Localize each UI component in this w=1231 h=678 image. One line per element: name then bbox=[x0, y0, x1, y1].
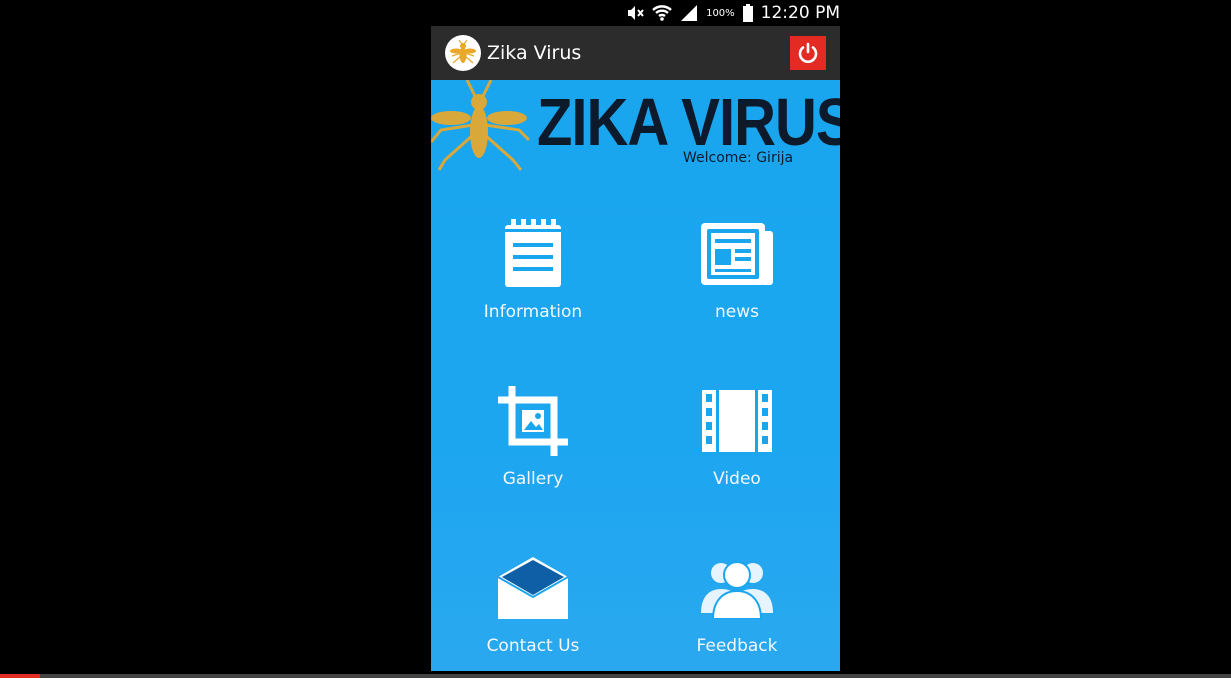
newspaper-icon bbox=[635, 218, 839, 290]
envelope-icon bbox=[431, 552, 635, 624]
video-progress-track[interactable] bbox=[0, 674, 1231, 678]
menu-tile-contact-us[interactable]: Contact Us bbox=[431, 552, 635, 656]
menu-tile-gallery[interactable]: Gallery bbox=[431, 385, 635, 489]
people-icon bbox=[635, 552, 839, 624]
menu-label: Feedback bbox=[696, 636, 778, 656]
phone-screen: Zika Virus ZIKA VIRUS Welcome: Girija In… bbox=[431, 26, 840, 671]
menu-tile-news[interactable]: news bbox=[635, 218, 839, 322]
power-button[interactable] bbox=[790, 36, 826, 70]
menu-label: Video bbox=[713, 469, 761, 489]
mute-icon bbox=[626, 5, 644, 21]
banner: ZIKA VIRUS Welcome: Girija bbox=[431, 80, 840, 180]
menu-tile-information[interactable]: Information bbox=[431, 218, 635, 322]
clock: 12:20 PM bbox=[760, 3, 840, 23]
app-title: Zika Virus bbox=[487, 42, 582, 64]
menu-tile-video[interactable]: Video bbox=[635, 385, 839, 489]
mosquito-banner-icon bbox=[431, 80, 531, 171]
welcome-text: Welcome: Girija bbox=[683, 150, 794, 166]
battery-icon bbox=[742, 4, 753, 22]
home-content: ZIKA VIRUS Welcome: Girija Information n… bbox=[431, 80, 840, 671]
action-bar: Zika Virus bbox=[431, 26, 840, 80]
crop-image-icon bbox=[431, 385, 635, 457]
power-icon bbox=[798, 42, 818, 63]
menu-tile-feedback[interactable]: Feedback bbox=[635, 552, 839, 656]
wifi-icon bbox=[652, 4, 672, 22]
film-strip-icon bbox=[635, 385, 839, 457]
menu-label: Gallery bbox=[502, 469, 564, 489]
signal-icon bbox=[680, 5, 698, 21]
video-progress-fill bbox=[0, 674, 40, 678]
menu-label: Contact Us bbox=[486, 636, 580, 656]
menu-label: news bbox=[715, 302, 759, 322]
status-bar: 100% 12:20 PM bbox=[612, 0, 840, 26]
notepad-icon bbox=[431, 218, 635, 290]
battery-percent: 100% bbox=[706, 7, 735, 19]
menu-label: Information bbox=[483, 302, 583, 322]
mosquito-logo-icon bbox=[445, 35, 481, 71]
